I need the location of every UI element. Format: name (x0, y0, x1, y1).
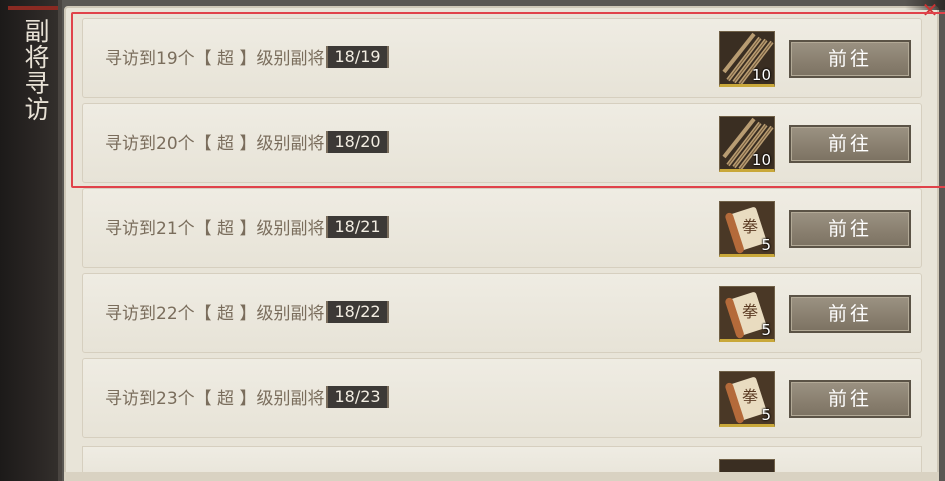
task-text: 寻访到22个【 超 】级别副将 (105, 304, 325, 324)
svg-text:拳: 拳 (742, 217, 758, 236)
task-row-3: 寻访到21个【 超 】级别副将 18/21 拳 5 前往 (82, 188, 922, 268)
reward-count: 5 (761, 236, 771, 254)
task-description: 寻访到23个【 超 】级别副将 18/23 (105, 359, 389, 439)
reward-count: 10 (751, 66, 771, 84)
go-button[interactable]: 前往 (789, 210, 911, 248)
side-tab-accent (8, 6, 58, 10)
reward-item[interactable]: 拳 5 (719, 201, 775, 257)
go-button[interactable]: 前往 (789, 380, 911, 418)
reward-item[interactable]: 10 (719, 116, 775, 172)
progress-badge: 18/21 (326, 216, 389, 238)
progress-badge: 18/19 (326, 46, 389, 68)
reward-count: 5 (761, 321, 771, 339)
svg-text:拳: 拳 (742, 302, 758, 321)
side-tab[interactable]: 副将寻访 (0, 0, 62, 481)
task-row-1: 寻访到19个【 超 】级别副将 18/19 10 前往 (82, 18, 922, 98)
task-row-2: 寻访到20个【 超 】级别副将 18/20 10 前往 (82, 103, 922, 183)
side-tab-divider (58, 0, 62, 481)
progress-badge: 18/23 (326, 386, 389, 408)
task-text: 寻访到19个【 超 】级别副将 (105, 49, 325, 69)
reward-item[interactable]: 10 (719, 31, 775, 87)
task-description: 寻访到20个【 超 】级别副将 18/20 (105, 104, 389, 184)
side-tab-title: 副将寻访 (21, 18, 50, 122)
reward-item[interactable]: 拳 5 (719, 286, 775, 342)
task-text: 寻访到20个【 超 】级别副将 (105, 134, 325, 154)
reward-count: 10 (751, 151, 771, 169)
task-row-5: 寻访到23个【 超 】级别副将 18/23 拳 5 前往 (82, 358, 922, 438)
panel-bottom-edge (64, 472, 939, 481)
task-text: 寻访到21个【 超 】级别副将 (105, 219, 325, 239)
task-description: 寻访到21个【 超 】级别副将 18/21 (105, 189, 389, 269)
progress-badge: 18/20 (326, 131, 389, 153)
svg-text:拳: 拳 (742, 387, 758, 406)
go-button[interactable]: 前往 (789, 125, 911, 163)
task-description: 寻访到22个【 超 】级别副将 18/22 (105, 274, 389, 354)
go-button[interactable]: 前往 (789, 295, 911, 333)
task-description: 寻访到19个【 超 】级别副将 18/19 (105, 19, 389, 99)
go-button[interactable]: 前往 (789, 40, 911, 78)
reward-item[interactable]: 拳 5 (719, 371, 775, 427)
reward-count: 5 (761, 406, 771, 424)
task-row-4: 寻访到22个【 超 】级别副将 18/22 拳 5 前往 (82, 273, 922, 353)
task-text: 寻访到23个【 超 】级别副将 (105, 389, 325, 409)
progress-badge: 18/22 (326, 301, 389, 323)
